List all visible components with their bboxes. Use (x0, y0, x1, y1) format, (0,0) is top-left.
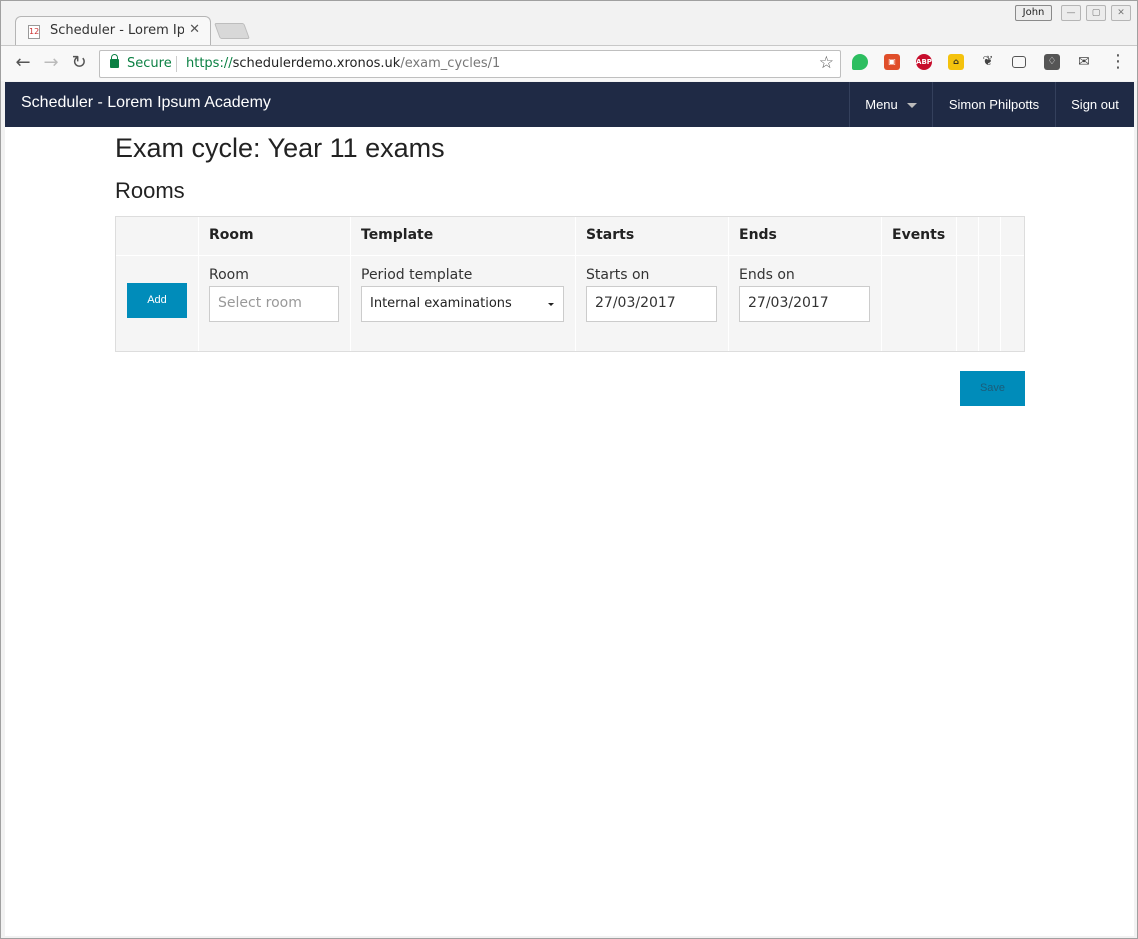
section-title: Rooms (115, 178, 185, 203)
secure-label: Secure (127, 56, 172, 71)
back-arrow-icon[interactable]: ← (12, 52, 34, 74)
cast-icon[interactable] (1012, 56, 1026, 68)
add-cell: Add (116, 255, 199, 351)
maximize-icon[interactable]: ▢ (1086, 5, 1106, 21)
extension-bird-icon[interactable]: ❦ (980, 54, 996, 70)
page-viewport: Scheduler - Lorem Ipsum Academy Menu Sim… (5, 82, 1134, 936)
mail-icon[interactable]: ✉ (1076, 54, 1092, 70)
template-cell: Period template Internal examinations (351, 255, 576, 351)
sign-out-link[interactable]: Sign out (1055, 82, 1134, 127)
rooms-table: Room Template Starts Ends Events Add Roo… (115, 216, 1025, 352)
starts-label: Starts on (586, 267, 650, 283)
url-host: schedulerdemo.xronos.uk (232, 56, 401, 71)
reload-icon[interactable]: ↻ (68, 52, 90, 74)
header-template: Template (351, 217, 576, 255)
user-name-link[interactable]: Simon Philpotts (932, 82, 1055, 127)
url-path: /exam_cycles/1 (400, 56, 501, 71)
browser-toolbar: ← → ↻ Secure https://schedulerdemo.xrono… (1, 45, 1137, 81)
close-tab-icon[interactable]: ✕ (189, 22, 200, 37)
calendar-favicon-icon: 12 (28, 25, 40, 39)
tab-title: Scheduler - Lorem Ipsum Academy (50, 23, 184, 38)
office-icon[interactable]: ▣ (884, 54, 900, 70)
period-template-select[interactable]: Internal examinations (361, 286, 564, 322)
blank-cell-4 (1001, 255, 1024, 351)
adblock-plus-icon[interactable]: ABP (916, 54, 932, 70)
room-select-input[interactable]: Select room (209, 286, 339, 322)
starts-date-input[interactable]: 27/03/2017 (586, 286, 717, 322)
header-blank (116, 217, 199, 255)
keep-icon[interactable]: ♢ (1044, 54, 1060, 70)
chevron-down-icon (906, 103, 917, 109)
blank-cell-2 (957, 255, 979, 351)
extension-house-icon[interactable]: ⌂ (948, 54, 964, 70)
header-starts: Starts (576, 217, 729, 255)
browser-tab[interactable]: 12 Scheduler - Lorem Ipsum Academy ✕ (15, 16, 211, 46)
new-tab-button[interactable] (214, 23, 250, 39)
select-caret-icon (548, 303, 554, 306)
bookmark-star-icon[interactable]: ☆ (819, 53, 834, 73)
starts-cell: Starts on 27/03/2017 (576, 255, 729, 351)
omnibox-divider (176, 56, 177, 72)
menu-label: Menu (865, 97, 898, 112)
blank-cell-3 (979, 255, 1001, 351)
app-brand[interactable]: Scheduler - Lorem Ipsum Academy (21, 94, 271, 112)
ends-cell: Ends on 27/03/2017 (729, 255, 882, 351)
add-button[interactable]: Add (127, 283, 187, 318)
forward-arrow-icon[interactable]: → (40, 52, 62, 74)
evernote-icon[interactable] (852, 54, 868, 70)
address-bar[interactable]: Secure https://schedulerdemo.xronos.uk/e… (99, 50, 841, 78)
ends-label: Ends on (739, 267, 795, 283)
header-events: Events (882, 217, 957, 255)
room-cell: Room Select room (199, 255, 351, 351)
minimize-icon[interactable]: — (1061, 5, 1081, 21)
save-button[interactable]: Save (960, 371, 1025, 406)
page-title: Exam cycle: Year 11 exams (115, 133, 445, 163)
browser-window: 12 Scheduler - Lorem Ipsum Academy ✕ Joh… (0, 0, 1138, 939)
lock-icon (110, 54, 119, 68)
app-navbar: Scheduler - Lorem Ipsum Academy Menu Sim… (5, 82, 1134, 127)
header-room: Room (199, 217, 351, 255)
header-blank-4 (1001, 217, 1024, 255)
url-scheme: https:// (186, 56, 233, 71)
url-text[interactable]: https://schedulerdemo.xronos.uk/exam_cyc… (186, 56, 500, 71)
close-window-icon[interactable]: ✕ (1111, 5, 1131, 21)
tab-strip: 12 Scheduler - Lorem Ipsum Academy ✕ Joh… (1, 1, 1137, 46)
header-ends: Ends (729, 217, 882, 255)
browser-menu-icon[interactable]: ⋮ (1109, 51, 1127, 72)
header-blank-3 (979, 217, 1001, 255)
template-label: Period template (361, 267, 473, 283)
ends-date-input[interactable]: 27/03/2017 (739, 286, 870, 322)
events-cell (882, 255, 957, 351)
menu-dropdown[interactable]: Menu (849, 82, 932, 127)
room-label: Room (209, 267, 249, 283)
header-blank-2 (957, 217, 979, 255)
period-template-value: Internal examinations (370, 296, 512, 311)
profile-button[interactable]: John (1015, 5, 1052, 21)
